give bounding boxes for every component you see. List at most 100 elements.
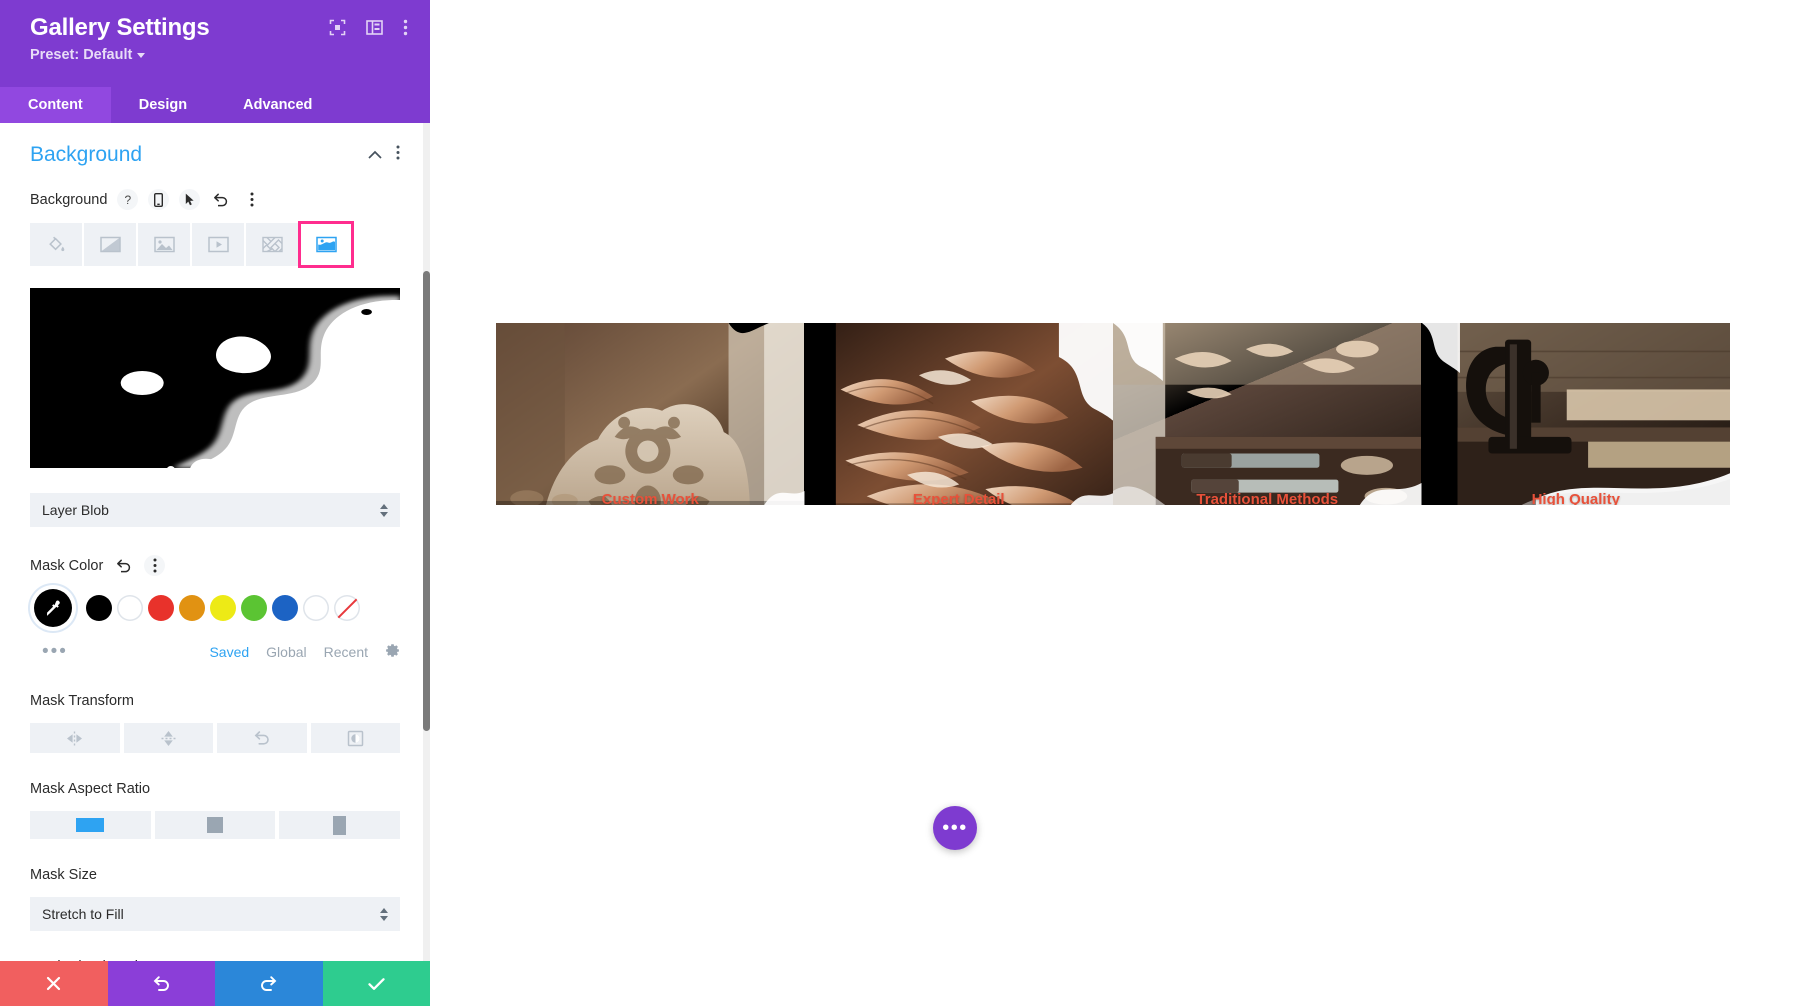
chevron-down-icon [137, 53, 146, 59]
background-type-pattern[interactable] [246, 223, 298, 266]
gallery-caption: Traditional Methods [1196, 491, 1339, 505]
kebab-menu-icon[interactable] [396, 145, 400, 165]
color-tab-saved[interactable]: Saved [209, 644, 249, 660]
page-settings-fab[interactable]: ••• [933, 806, 977, 850]
color-settings-gear-icon[interactable] [385, 643, 400, 661]
gallery-caption: Expert Detail [912, 491, 1005, 505]
more-colors-button[interactable]: ••• [30, 641, 68, 663]
background-type-mask[interactable] [298, 221, 354, 268]
mask-color-label-row: Mask Color [30, 555, 400, 576]
mask-size-label: Mask Size [30, 867, 97, 883]
section-title: Background [30, 143, 143, 166]
help-icon[interactable]: ? [117, 189, 139, 210]
mask-color-swatches [30, 589, 400, 627]
gallery-image-4 [1421, 323, 1730, 505]
tab-content[interactable]: Content [0, 87, 111, 123]
layout-panel-icon[interactable] [366, 20, 383, 35]
panel-footer [0, 961, 430, 1006]
chevron-updown-icon [380, 503, 388, 517]
gallery-image-3 [1113, 323, 1422, 505]
mask-size-select[interactable]: Stretch to Fill [30, 897, 400, 931]
background-type-gradient[interactable] [84, 223, 136, 266]
gallery-image-1 [496, 323, 805, 505]
gradient-icon [99, 236, 121, 253]
swatch-white-2[interactable] [303, 595, 329, 621]
mask-preview[interactable] [30, 288, 400, 468]
gallery-item[interactable]: Custom Work [496, 323, 805, 505]
gallery-caption: High Quality [1531, 491, 1620, 505]
gallery-item[interactable]: Traditional Methods [1113, 323, 1422, 505]
settings-tabs: Content Design Advanced [0, 87, 430, 123]
undo-button[interactable] [107, 961, 215, 1006]
mask-icon [315, 236, 337, 253]
undo-icon[interactable] [113, 555, 134, 576]
mask-style-value: Layer Blob [42, 502, 109, 518]
background-type-image[interactable] [138, 223, 190, 266]
cursor-icon[interactable] [179, 189, 201, 210]
swatch-transparent[interactable] [334, 595, 360, 621]
aspect-ratio-landscape[interactable] [30, 811, 151, 839]
swatch-orange[interactable] [179, 595, 205, 621]
image-icon [153, 236, 175, 253]
swatch-red[interactable] [148, 595, 174, 621]
undo-icon[interactable] [210, 189, 231, 210]
preset-label: Preset: Default [30, 46, 133, 63]
gallery-caption: Custom Work [601, 491, 699, 505]
rotate-icon[interactable] [217, 723, 307, 753]
aspect-ratio-square[interactable] [154, 811, 276, 839]
focus-target-icon[interactable] [329, 19, 346, 36]
discard-button[interactable] [0, 961, 108, 1006]
page-title: Gallery Settings [30, 14, 210, 41]
color-tab-global[interactable]: Global [266, 644, 306, 660]
gallery-item[interactable]: Expert Detail [804, 323, 1113, 505]
background-type-video[interactable] [192, 223, 244, 266]
fab-dots-icon: ••• [942, 816, 968, 839]
divi-builder-screen: Gallery Settings Preset: Default Content… [0, 0, 1800, 1006]
swatch-blue[interactable] [272, 595, 298, 621]
panel-scrollbar-thumb[interactable] [423, 271, 430, 731]
mask-style-select[interactable]: Layer Blob [30, 493, 400, 527]
gallery-module[interactable]: Custom Work Expert Detail Traditional Me… [496, 323, 1730, 505]
module-settings-panel: Gallery Settings Preset: Default Content… [0, 0, 430, 1006]
mobile-icon[interactable] [148, 189, 170, 210]
page-preview-canvas: Custom Work Expert Detail Traditional Me… [430, 0, 1800, 1006]
panel-body: Background Background ? Layer Blob Mask … [0, 123, 430, 961]
video-icon [207, 236, 229, 253]
panel-header: Gallery Settings Preset: Default [0, 0, 430, 87]
gallery-image-2 [804, 323, 1113, 505]
aspect-ratio-portrait[interactable] [279, 811, 401, 839]
swatch-green[interactable] [241, 595, 267, 621]
save-button[interactable] [322, 961, 430, 1006]
mask-aspect-ratio-label: Mask Aspect Ratio [30, 781, 151, 797]
background-field-label-row: Background ? [30, 189, 400, 210]
invert-icon[interactable] [310, 723, 400, 753]
panel-scrollbar-track[interactable] [423, 123, 430, 961]
color-source-row: ••• Saved Global Recent [30, 637, 400, 663]
kebab-menu-icon[interactable] [403, 19, 408, 36]
chevron-up-icon[interactable] [368, 146, 382, 164]
background-type-color[interactable] [30, 223, 82, 266]
background-type-tabs [30, 221, 400, 268]
mask-preview-blob-shape [30, 288, 400, 468]
background-section-header: Background [30, 143, 400, 167]
mask-blend-mode-label: Mask Blend Mode [30, 959, 400, 961]
swatch-black[interactable] [86, 595, 112, 621]
redo-button[interactable] [215, 961, 323, 1006]
swatch-yellow[interactable] [210, 595, 236, 621]
paint-bucket-icon [47, 235, 66, 254]
color-tab-recent[interactable]: Recent [324, 644, 368, 660]
flip-horizontal-icon[interactable] [30, 723, 120, 753]
gallery-item[interactable]: High Quality [1421, 323, 1730, 505]
preset-selector[interactable]: Preset: Default [30, 47, 408, 63]
eyedropper-color-picker[interactable] [34, 589, 72, 627]
kebab-menu-icon[interactable] [144, 555, 166, 576]
pattern-icon [261, 236, 283, 253]
tab-design[interactable]: Design [111, 87, 215, 123]
background-label: Background [30, 191, 108, 208]
flip-vertical-icon[interactable] [123, 723, 213, 753]
tab-advanced[interactable]: Advanced [215, 87, 340, 123]
kebab-menu-icon[interactable] [241, 189, 262, 210]
swatch-white[interactable] [117, 595, 143, 621]
chevron-updown-icon [380, 907, 388, 921]
mask-transform-buttons [30, 723, 400, 753]
